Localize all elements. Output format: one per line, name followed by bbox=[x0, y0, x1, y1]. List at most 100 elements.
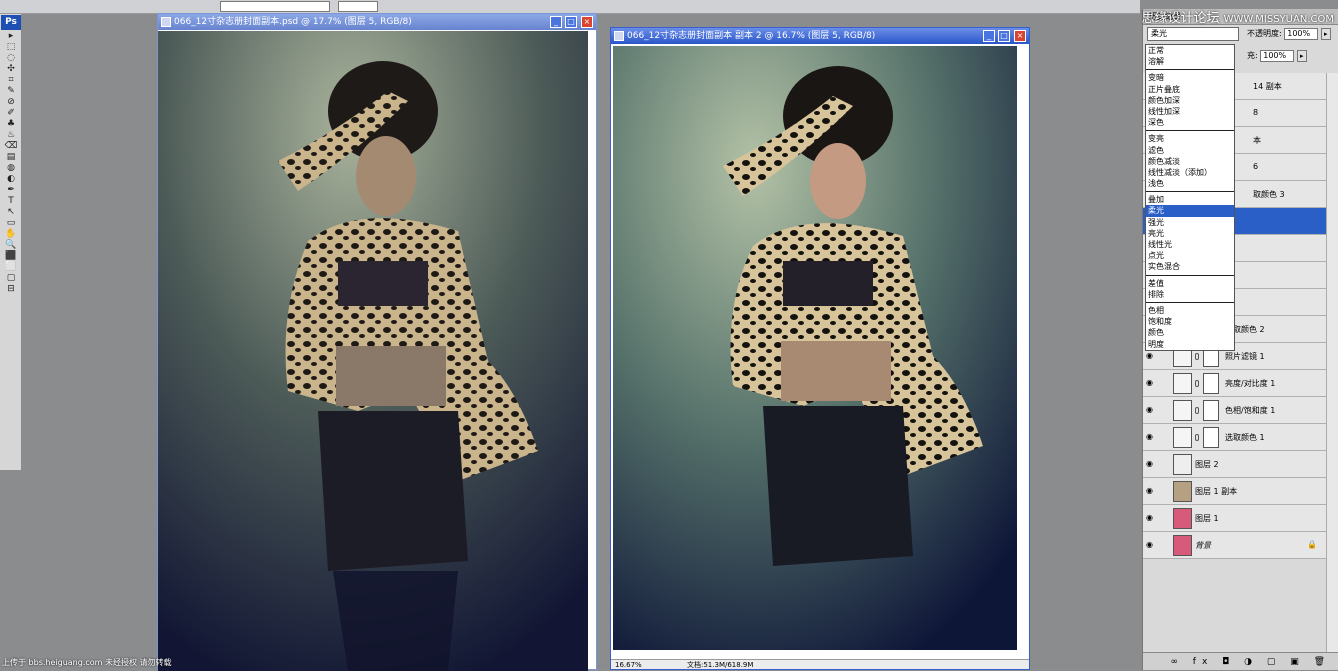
fill-label: 充: bbox=[1247, 51, 1258, 60]
eye-icon[interactable]: ◉ bbox=[1146, 406, 1156, 414]
doc-size[interactable]: 文档:51.3M/618.9M bbox=[687, 660, 753, 670]
blend-mode-option[interactable]: 正片叠底 bbox=[1146, 84, 1234, 95]
eye-icon[interactable]: ◉ bbox=[1146, 541, 1156, 549]
blend-mode-option[interactable]: 深色 bbox=[1146, 117, 1234, 128]
eye-icon[interactable]: ◉ bbox=[1146, 487, 1156, 495]
maximize-button[interactable]: □ bbox=[998, 30, 1010, 42]
photo-image-2 bbox=[613, 46, 1017, 650]
tool-14-icon[interactable]: ✒ bbox=[1, 185, 21, 196]
tool-6-icon[interactable]: ⊘ bbox=[1, 97, 21, 108]
blend-mode-option[interactable]: 饱和度 bbox=[1146, 316, 1234, 327]
blend-mode-option[interactable]: 色相 bbox=[1146, 305, 1234, 316]
tool-19-icon[interactable]: 🔍 bbox=[1, 240, 21, 251]
eye-icon[interactable]: ◉ bbox=[1146, 460, 1156, 468]
close-button[interactable]: × bbox=[581, 16, 593, 28]
tool-3-icon[interactable]: ✣ bbox=[1, 64, 21, 75]
maximize-button[interactable]: □ bbox=[565, 16, 577, 28]
eye-icon[interactable]: ◉ bbox=[1146, 352, 1156, 360]
canvas-2[interactable] bbox=[613, 46, 1017, 650]
tool-17-icon[interactable]: ▭ bbox=[1, 218, 21, 229]
chain-link-icon[interactable] bbox=[1195, 380, 1199, 387]
window-1-titlebar[interactable]: 066_12寸杂志册封面副本.psd @ 17.7% (图层 5, RGB/8)… bbox=[158, 14, 596, 30]
tool-21-icon[interactable]: ⬜ bbox=[1, 262, 21, 273]
minimize-button[interactable]: _ bbox=[983, 30, 995, 42]
tool-13-icon[interactable]: ◐ bbox=[1, 174, 21, 185]
tool-8-icon[interactable]: ♣ bbox=[1, 119, 21, 130]
blend-mode-option[interactable]: 溶解 bbox=[1146, 56, 1234, 67]
eye-icon[interactable]: ◉ bbox=[1146, 514, 1156, 522]
tool-23-icon[interactable]: ⊟ bbox=[1, 284, 21, 295]
tool-11-icon[interactable]: ▤ bbox=[1, 152, 21, 163]
blend-mode-dropdown[interactable]: 柔光 bbox=[1147, 27, 1239, 41]
tool-18-icon[interactable]: ✋ bbox=[1, 229, 21, 240]
blend-mode-option[interactable]: 差值 bbox=[1146, 278, 1234, 289]
tool-22-icon[interactable]: ▢ bbox=[1, 273, 21, 284]
blend-mode-option[interactable]: 线性光 bbox=[1146, 239, 1234, 250]
tool-20-icon[interactable]: ⬛ bbox=[1, 251, 21, 262]
layer-row[interactable]: ◉ 图层 1 bbox=[1143, 505, 1338, 532]
window-2-titlebar[interactable]: 066_12寸杂志册封面副本 副本 2 @ 16.7% (图层 5, RGB/8… bbox=[611, 28, 1029, 44]
eye-icon[interactable]: ◉ bbox=[1146, 433, 1156, 441]
fill-arrow-icon[interactable]: ▸ bbox=[1296, 49, 1307, 62]
lock-icon: 🔒 bbox=[1307, 540, 1317, 549]
layer-row[interactable]: ◉ 图层 2 bbox=[1143, 451, 1338, 478]
chain-link-icon[interactable] bbox=[1195, 407, 1199, 414]
layers-bottom-bar[interactable]: ∞ fx ◘ ◑ ▢ ▣ 🗑 bbox=[1143, 652, 1338, 670]
document-window-2[interactable]: 066_12寸杂志册封面副本 副本 2 @ 16.7% (图层 5, RGB/8… bbox=[610, 27, 1030, 670]
blend-mode-option[interactable]: 排除 bbox=[1146, 289, 1234, 300]
canvas-1[interactable] bbox=[158, 31, 588, 671]
blend-mode-option[interactable]: 强光 bbox=[1146, 217, 1234, 228]
opacity-input[interactable]: 100% bbox=[1284, 27, 1319, 40]
blend-mode-option[interactable]: 明度 bbox=[1146, 339, 1234, 350]
tool-4-icon[interactable]: ⌗ bbox=[1, 75, 21, 86]
layer-row[interactable]: ◉ 图层 1 副本 bbox=[1143, 478, 1338, 505]
blend-mode-option[interactable]: 柔光 bbox=[1146, 205, 1234, 217]
tool-12-icon[interactable]: ◍ bbox=[1, 163, 21, 174]
layers-scrollbar[interactable] bbox=[1326, 73, 1338, 653]
photo-image-1 bbox=[158, 31, 588, 671]
tool-15-icon[interactable]: T bbox=[1, 196, 21, 207]
layer-row[interactable]: ◉ 色相/饱和度 1 bbox=[1143, 397, 1338, 424]
blend-mode-option[interactable]: 正常 bbox=[1146, 45, 1234, 56]
layer-row[interactable]: ◉ 背景 🔒 bbox=[1143, 532, 1338, 559]
layer-thumbnail bbox=[1173, 481, 1192, 502]
tool-5-icon[interactable]: ✎ bbox=[1, 86, 21, 97]
chain-link-icon[interactable] bbox=[1195, 353, 1199, 360]
tool-9-icon[interactable]: ♨ bbox=[1, 130, 21, 141]
tool-0-icon[interactable]: ▸ bbox=[1, 31, 21, 42]
opacity-arrow-icon[interactable]: ▸ bbox=[1320, 27, 1331, 40]
layer-name: 色相/饱和度 1 bbox=[1225, 406, 1276, 415]
blend-mode-option[interactable]: 变亮 bbox=[1146, 133, 1234, 144]
blend-mode-option[interactable]: 实色混合 bbox=[1146, 261, 1234, 272]
minimize-button[interactable]: _ bbox=[550, 16, 562, 28]
blend-mode-option[interactable]: 颜色减淡 bbox=[1146, 156, 1234, 167]
blend-mode-option[interactable]: 亮光 bbox=[1146, 228, 1234, 239]
blend-mode-option[interactable]: 颜色加深 bbox=[1146, 95, 1234, 106]
tool-10-icon[interactable]: ⌫ bbox=[1, 141, 21, 152]
layer-row[interactable]: ◉ 亮度/对比度 1 bbox=[1143, 370, 1338, 397]
tool-1-icon[interactable]: ⬚ bbox=[1, 42, 21, 53]
blend-mode-option[interactable]: 叠加 bbox=[1146, 194, 1234, 205]
blend-mode-option[interactable]: 线性减淡（添加） bbox=[1146, 167, 1234, 178]
tool-16-icon[interactable]: ↖ bbox=[1, 207, 21, 218]
options-field[interactable] bbox=[220, 1, 330, 12]
layer-thumbnail bbox=[1173, 454, 1192, 475]
layer-thumbnail bbox=[1173, 535, 1192, 556]
close-button[interactable]: × bbox=[1014, 30, 1026, 42]
layer-name: 照片滤镜 1 bbox=[1225, 352, 1265, 361]
blend-mode-option[interactable]: 线性加深 bbox=[1146, 106, 1234, 117]
zoom-level[interactable]: 16.67% bbox=[615, 660, 642, 670]
blend-mode-option[interactable]: 点光 bbox=[1146, 250, 1234, 261]
fill-input[interactable]: 100% bbox=[1260, 49, 1295, 62]
tool-7-icon[interactable]: ✐ bbox=[1, 108, 21, 119]
layer-row[interactable]: ◉ 选取颜色 1 bbox=[1143, 424, 1338, 451]
blend-mode-option[interactable]: 滤色 bbox=[1146, 145, 1234, 156]
blend-mode-option[interactable]: 浅色 bbox=[1146, 178, 1234, 189]
blend-mode-option[interactable]: 颜色 bbox=[1146, 327, 1234, 338]
chain-link-icon[interactable] bbox=[1195, 434, 1199, 441]
document-window-1[interactable]: 066_12寸杂志册封面副本.psd @ 17.7% (图层 5, RGB/8)… bbox=[157, 13, 597, 671]
blend-mode-option[interactable]: 变暗 bbox=[1146, 72, 1234, 83]
eye-icon[interactable]: ◉ bbox=[1146, 379, 1156, 387]
tool-2-icon[interactable]: ◌ bbox=[1, 53, 21, 64]
options-field-2[interactable] bbox=[338, 1, 378, 12]
